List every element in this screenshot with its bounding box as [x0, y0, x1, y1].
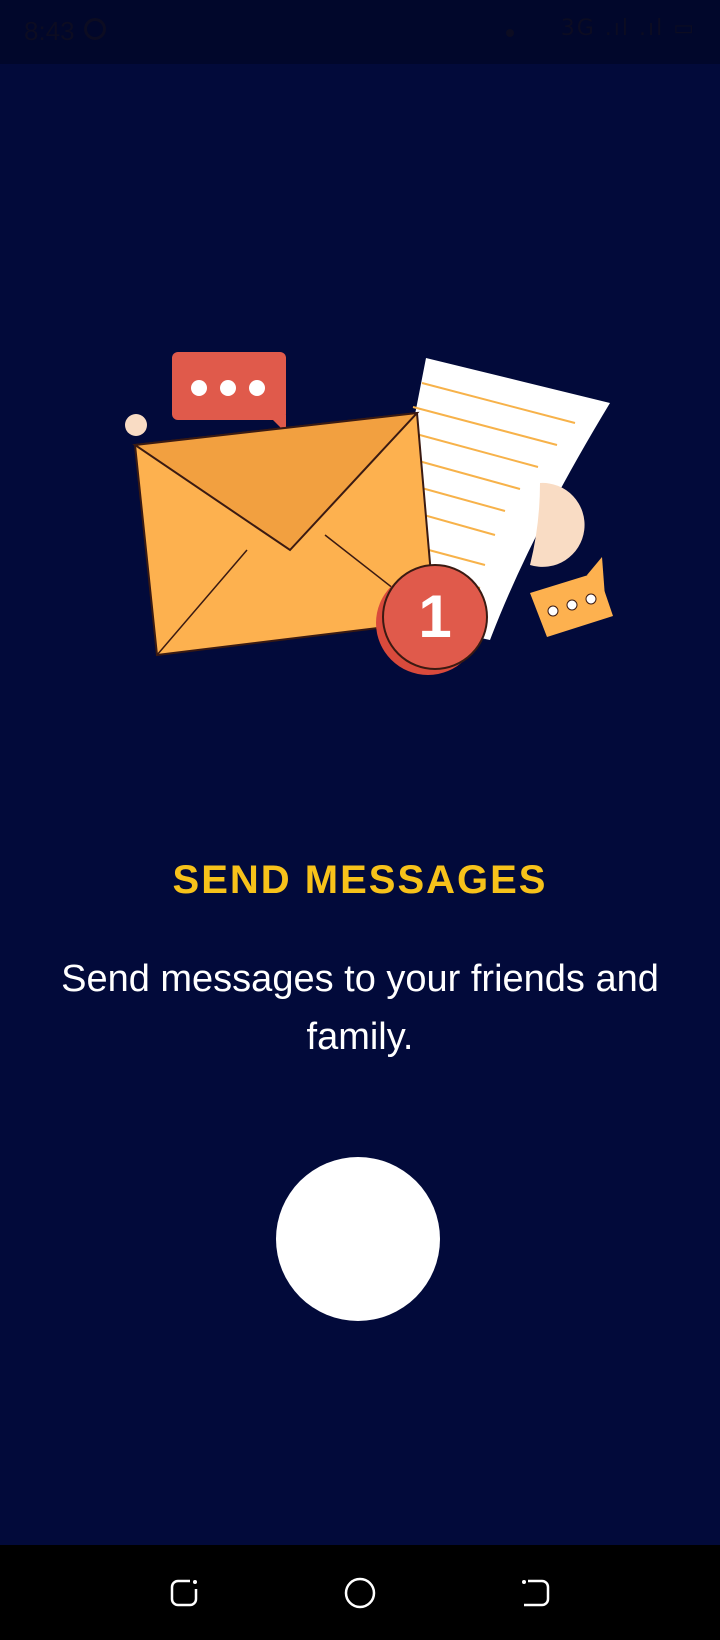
- onboarding-title: SEND MESSAGES: [172, 858, 548, 902]
- status-time: 8:43: [24, 16, 75, 46]
- speech-bubble-red-icon: [172, 352, 286, 433]
- messages-illustration: 1: [125, 352, 613, 675]
- back-icon: [522, 1579, 550, 1607]
- back-button[interactable]: [516, 1573, 556, 1613]
- notification-dot-icon: [506, 29, 514, 37]
- status-indicators: 3G .ıl .ıl ▭: [560, 16, 696, 41]
- status-bar: 8:43 3G .ıl .ıl ▭: [0, 0, 720, 64]
- navigation-bar: [0, 1545, 720, 1640]
- sync-icon: [84, 18, 106, 40]
- next-button[interactable]: [276, 1157, 440, 1321]
- home-button[interactable]: [340, 1573, 380, 1613]
- badge-number: 1: [418, 583, 451, 650]
- speech-bubble-orange-icon: [530, 557, 613, 637]
- home-icon: [344, 1577, 376, 1609]
- recents-button[interactable]: [164, 1573, 204, 1613]
- decor-dot-icon: [125, 414, 147, 436]
- onboarding-subtitle: Send messages to your friends and family…: [61, 958, 659, 1058]
- recents-icon: [170, 1579, 198, 1607]
